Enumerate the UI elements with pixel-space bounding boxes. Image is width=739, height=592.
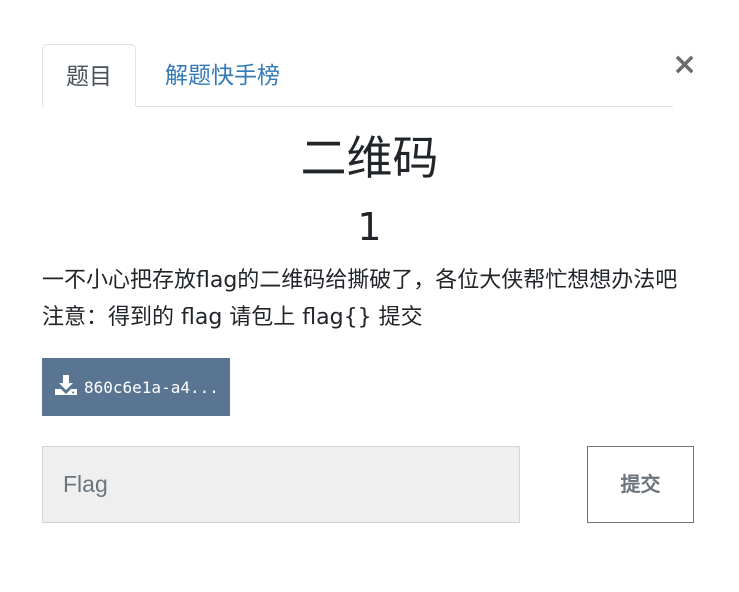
download-button[interactable]: 860c6e1a-a4... — [42, 358, 230, 416]
submit-button[interactable]: 提交 — [587, 446, 694, 523]
download-filename: 860c6e1a-a4... — [84, 377, 219, 397]
challenge-modal: 题目 解题快手榜 × 二维码 1 一不小心把存放flag的二维码给撕破了，各位大… — [0, 0, 739, 592]
challenge-points: 1 — [357, 205, 382, 249]
flag-input[interactable] — [42, 446, 520, 523]
challenge-title: 二维码 — [300, 131, 439, 185]
download-icon — [54, 374, 84, 400]
challenge-description: 一不小心把存放flag的二维码给撕破了，各位大侠帮忙想想办法吧 注意：得到的 f… — [42, 268, 678, 330]
close-button[interactable]: × — [672, 48, 697, 82]
tab-bar: 题目 解题快手榜 — [42, 44, 673, 107]
tab-challenge[interactable]: 题目 — [42, 44, 136, 107]
tab-solves[interactable]: 解题快手榜 — [142, 44, 303, 106]
